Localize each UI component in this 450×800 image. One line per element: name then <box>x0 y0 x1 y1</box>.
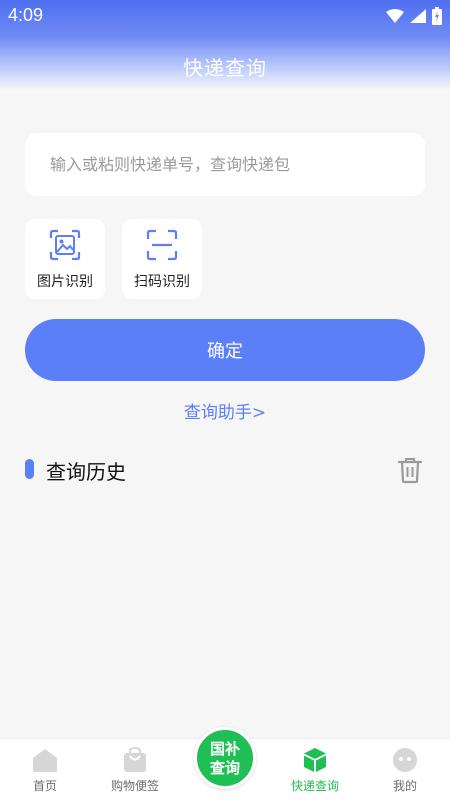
home-icon <box>33 749 57 772</box>
tab-shopping-notes-label: 购物便签 <box>110 779 159 793</box>
profile-face-icon <box>393 748 417 772</box>
tab-mine[interactable]: 我的 <box>360 739 450 800</box>
image-recognition-label: 图片识别 <box>37 274 93 290</box>
image-recognition-button[interactable]: 图片识别 <box>25 219 105 299</box>
status-time: 4:09 <box>8 5 44 25</box>
tab-shopping-notes[interactable]: 购物便签 <box>90 739 180 800</box>
qr-scan-label: 扫码识别 <box>134 274 190 290</box>
trash-icon[interactable] <box>397 456 423 484</box>
page-title: 快递查询 <box>183 56 267 80</box>
fab-line-1: 国补 <box>209 740 240 758</box>
tab-express-query-label: 快递查询 <box>290 779 339 793</box>
tab-mine-label: 我的 <box>392 779 417 793</box>
qr-scan-button[interactable]: 扫码识别 <box>122 219 202 299</box>
battery-icon <box>432 7 442 25</box>
tab-express-query[interactable]: 快递查询 <box>270 739 360 800</box>
fab-line-2: 查询 <box>209 759 240 777</box>
tab-home-label: 首页 <box>32 779 57 793</box>
national-subsidy-query-button[interactable]: 国补 查询 <box>194 727 256 789</box>
status-bar: 4:09 <box>0 0 450 32</box>
shopping-bag-icon <box>124 747 146 772</box>
image-scan-icon <box>49 229 81 261</box>
status-icons <box>386 7 442 25</box>
signal-icon <box>410 9 426 23</box>
qr-scan-icon <box>146 229 178 261</box>
tracking-number-input[interactable] <box>25 133 425 196</box>
confirm-label: 确定 <box>207 341 243 362</box>
history-accent-bar <box>25 459 34 479</box>
confirm-button[interactable]: 确定 <box>25 319 425 381</box>
query-helper-link[interactable]: 查询助手> <box>0 398 450 423</box>
history-title: 查询历史 <box>46 460 126 484</box>
wifi-icon <box>386 9 404 23</box>
tracking-number-box[interactable] <box>25 133 425 196</box>
tab-home[interactable]: 首页 <box>0 739 90 800</box>
package-icon <box>304 748 326 772</box>
